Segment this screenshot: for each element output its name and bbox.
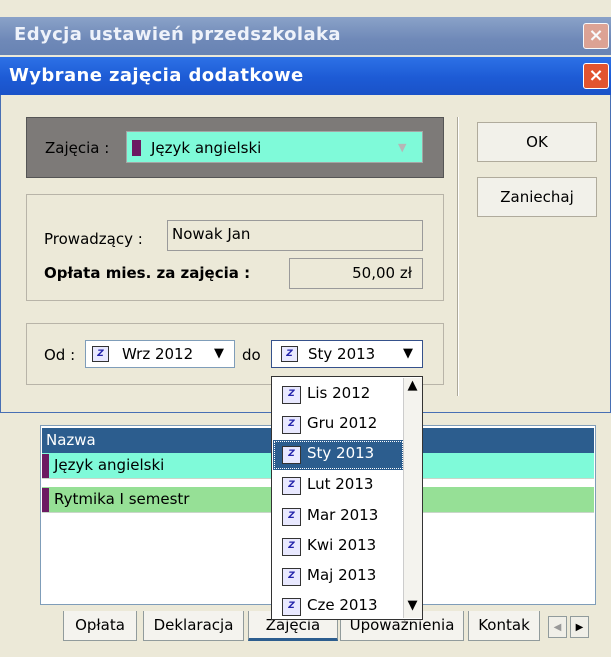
list-item-label: Lis 2012: [307, 384, 371, 402]
background-window-title: Edycja ustawień przedszkolaka: [14, 24, 341, 45]
divider: [457, 117, 459, 396]
to-date-picker[interactable]: Z Sty 2013 ▼: [271, 340, 423, 368]
list-item[interactable]: Z Gru 2012: [273, 410, 404, 440]
background-close-button[interactable]: ×: [583, 23, 609, 49]
tab-deklaracja[interactable]: Deklaracja: [143, 611, 244, 641]
tab-scroll-right-button[interactable]: ▶: [570, 616, 589, 638]
tab-oplata[interactable]: Opłata: [63, 611, 137, 641]
chevron-down-icon[interactable]: ▼: [214, 346, 224, 361]
row-color-swatch: [42, 488, 49, 512]
dialog-title: Wybrane zajęcia dodatkowe: [9, 65, 304, 86]
from-date-picker[interactable]: Z Wrz 2012 ▼: [85, 340, 235, 368]
calendar-icon: Z: [282, 386, 301, 404]
teacher-field: Nowak Jan: [167, 220, 423, 251]
calendar-icon: Z: [282, 508, 301, 526]
from-date-value: Wrz 2012: [122, 345, 194, 363]
cancel-button[interactable]: Zaniechaj: [477, 177, 597, 217]
list-item[interactable]: Z Maj 2013: [273, 562, 404, 592]
calendar-icon: Z: [281, 346, 298, 362]
to-date-value: Sty 2013: [308, 345, 376, 363]
to-label: do: [242, 346, 261, 364]
list-item[interactable]: Z Lis 2012: [273, 380, 404, 410]
calendar-icon: Z: [92, 346, 109, 362]
list-item-label: Kwi 2013: [307, 536, 377, 554]
calendar-icon: Z: [282, 446, 301, 464]
calendar-icon: Z: [282, 477, 301, 495]
dropdown-scrollbar[interactable]: [403, 378, 422, 618]
tab-scroll-left-button[interactable]: ◀: [548, 616, 567, 638]
list-item-label: Lut 2013: [307, 475, 374, 493]
list-item-selected[interactable]: Z Sty 2013: [273, 440, 404, 470]
arrow-up-icon: ▲: [407, 378, 418, 393]
ok-button[interactable]: OK: [477, 122, 597, 162]
activity-color-swatch: [132, 140, 141, 156]
activity-value: Język angielski: [151, 139, 262, 157]
list-item[interactable]: Z Cze 2013: [273, 592, 404, 622]
calendar-icon: Z: [282, 538, 301, 556]
close-icon: ×: [588, 65, 604, 86]
activity-label: Zajęcia :: [45, 139, 110, 157]
arrow-right-icon: ▶: [575, 622, 584, 633]
chevron-down-icon[interactable]: ▼: [398, 141, 406, 154]
arrow-left-icon: ◀: [553, 622, 562, 633]
calendar-icon: Z: [282, 598, 301, 616]
close-icon: ×: [588, 25, 604, 46]
from-label: Od :: [44, 346, 76, 364]
arrow-down-icon: ▼: [407, 598, 418, 613]
list-item-label: Gru 2012: [307, 414, 378, 432]
list-item[interactable]: Z Kwi 2013: [273, 532, 404, 562]
dialog-close-button[interactable]: ×: [583, 63, 609, 89]
list-item-label: Mar 2013: [307, 506, 379, 524]
chevron-down-icon[interactable]: ▼: [403, 346, 413, 361]
list-item-label: Maj 2013: [307, 566, 377, 584]
table-cell-name: Rytmika I semestr: [54, 490, 190, 508]
teacher-label: Prowadzący :: [44, 230, 143, 248]
list-item-label: Cze 2013: [307, 596, 378, 614]
fee-label: Opłata mies. za zajęcia :: [44, 264, 251, 282]
table-cell-name: Język angielski: [54, 456, 165, 474]
calendar-icon: Z: [282, 568, 301, 586]
fee-field: 50,00 zł: [289, 258, 423, 289]
calendar-icon: Z: [282, 416, 301, 434]
scroll-up-button[interactable]: ▲: [403, 378, 422, 396]
tab-kontakt[interactable]: Kontak: [468, 611, 540, 641]
list-item[interactable]: Z Lut 2013: [273, 471, 404, 501]
row-color-swatch: [42, 454, 49, 478]
list-item-label: Sty 2013: [307, 444, 375, 462]
list-item[interactable]: Z Mar 2013: [273, 502, 404, 532]
scroll-down-button[interactable]: ▼: [403, 598, 422, 616]
